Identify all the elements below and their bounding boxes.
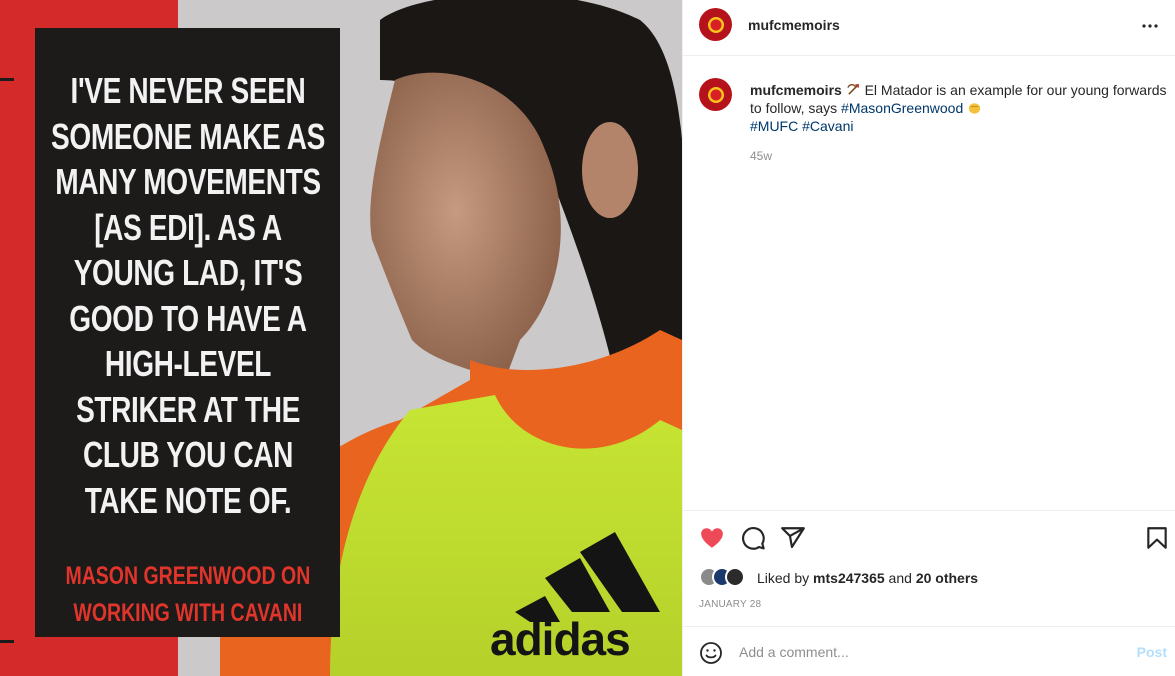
liker-avatar-3[interactable] xyxy=(725,567,745,587)
liked-by-prefix: Liked by xyxy=(757,570,814,586)
post-date[interactable]: JANUARY 28 xyxy=(699,599,761,610)
post-actions: Liked by mts247365 and 20 others JANUARY… xyxy=(683,510,1175,626)
quote-box: I'VE NEVER SEEN SOMEONE MAKE AS MANY MOV… xyxy=(35,28,340,637)
quote-attribution: MASON GREENWOOD ON WORKING WITH CAVANI xyxy=(65,558,310,632)
quote-text: I'VE NEVER SEEN SOMEONE MAKE AS MANY MOV… xyxy=(51,70,325,521)
caption-username[interactable]: mufcmemoirs xyxy=(750,82,842,98)
emoji-icon[interactable] xyxy=(699,641,723,665)
post-header: mufcmemoirs xyxy=(683,0,1175,56)
bookmark-icon[interactable] xyxy=(1144,525,1170,551)
liked-by-others[interactable]: 20 others xyxy=(916,570,978,586)
quote-attribution-text: MASON GREENWOOD ON WORKING WITH CAVANI xyxy=(65,562,311,627)
crest-icon xyxy=(707,86,724,103)
liked-by-user[interactable]: mts247365 xyxy=(813,570,885,586)
comment-icon[interactable] xyxy=(740,525,766,551)
liked-by-text: Liked by mts247365 and 20 others xyxy=(757,570,978,586)
comment-bar: Post xyxy=(683,626,1175,676)
header-username[interactable]: mufcmemoirs xyxy=(748,17,840,33)
caption-age[interactable]: 45w xyxy=(750,149,772,163)
liked-by-and: and xyxy=(884,570,916,586)
hashtag-masongreenwood[interactable]: #MasonGreenwood xyxy=(841,100,963,116)
post-comment-button[interactable]: Post xyxy=(1137,644,1167,660)
crest-icon xyxy=(707,16,724,33)
post-side-panel: mufcmemoirs mufcmemoirs El Matador is an… xyxy=(682,0,1175,676)
avatar[interactable] xyxy=(699,8,732,41)
hashtag-cavani[interactable]: #Cavani xyxy=(802,118,853,134)
brand-logo-text: adidas xyxy=(490,613,631,665)
heart-icon[interactable] xyxy=(699,525,725,551)
caption-text: mufcmemoirs El Matador is an example for… xyxy=(750,81,1170,135)
hashtag-mufc[interactable]: #MUFC xyxy=(750,118,798,134)
fist-icon xyxy=(969,103,981,114)
comment-input[interactable] xyxy=(739,639,1119,665)
caption-avatar[interactable] xyxy=(699,78,732,111)
bow-and-arrow-icon xyxy=(846,84,859,95)
share-icon[interactable] xyxy=(780,525,806,551)
more-options-icon[interactable] xyxy=(1138,14,1162,38)
post-image[interactable]: I'VE NEVER SEEN SOMEONE MAKE AS MANY MOV… xyxy=(0,0,682,676)
